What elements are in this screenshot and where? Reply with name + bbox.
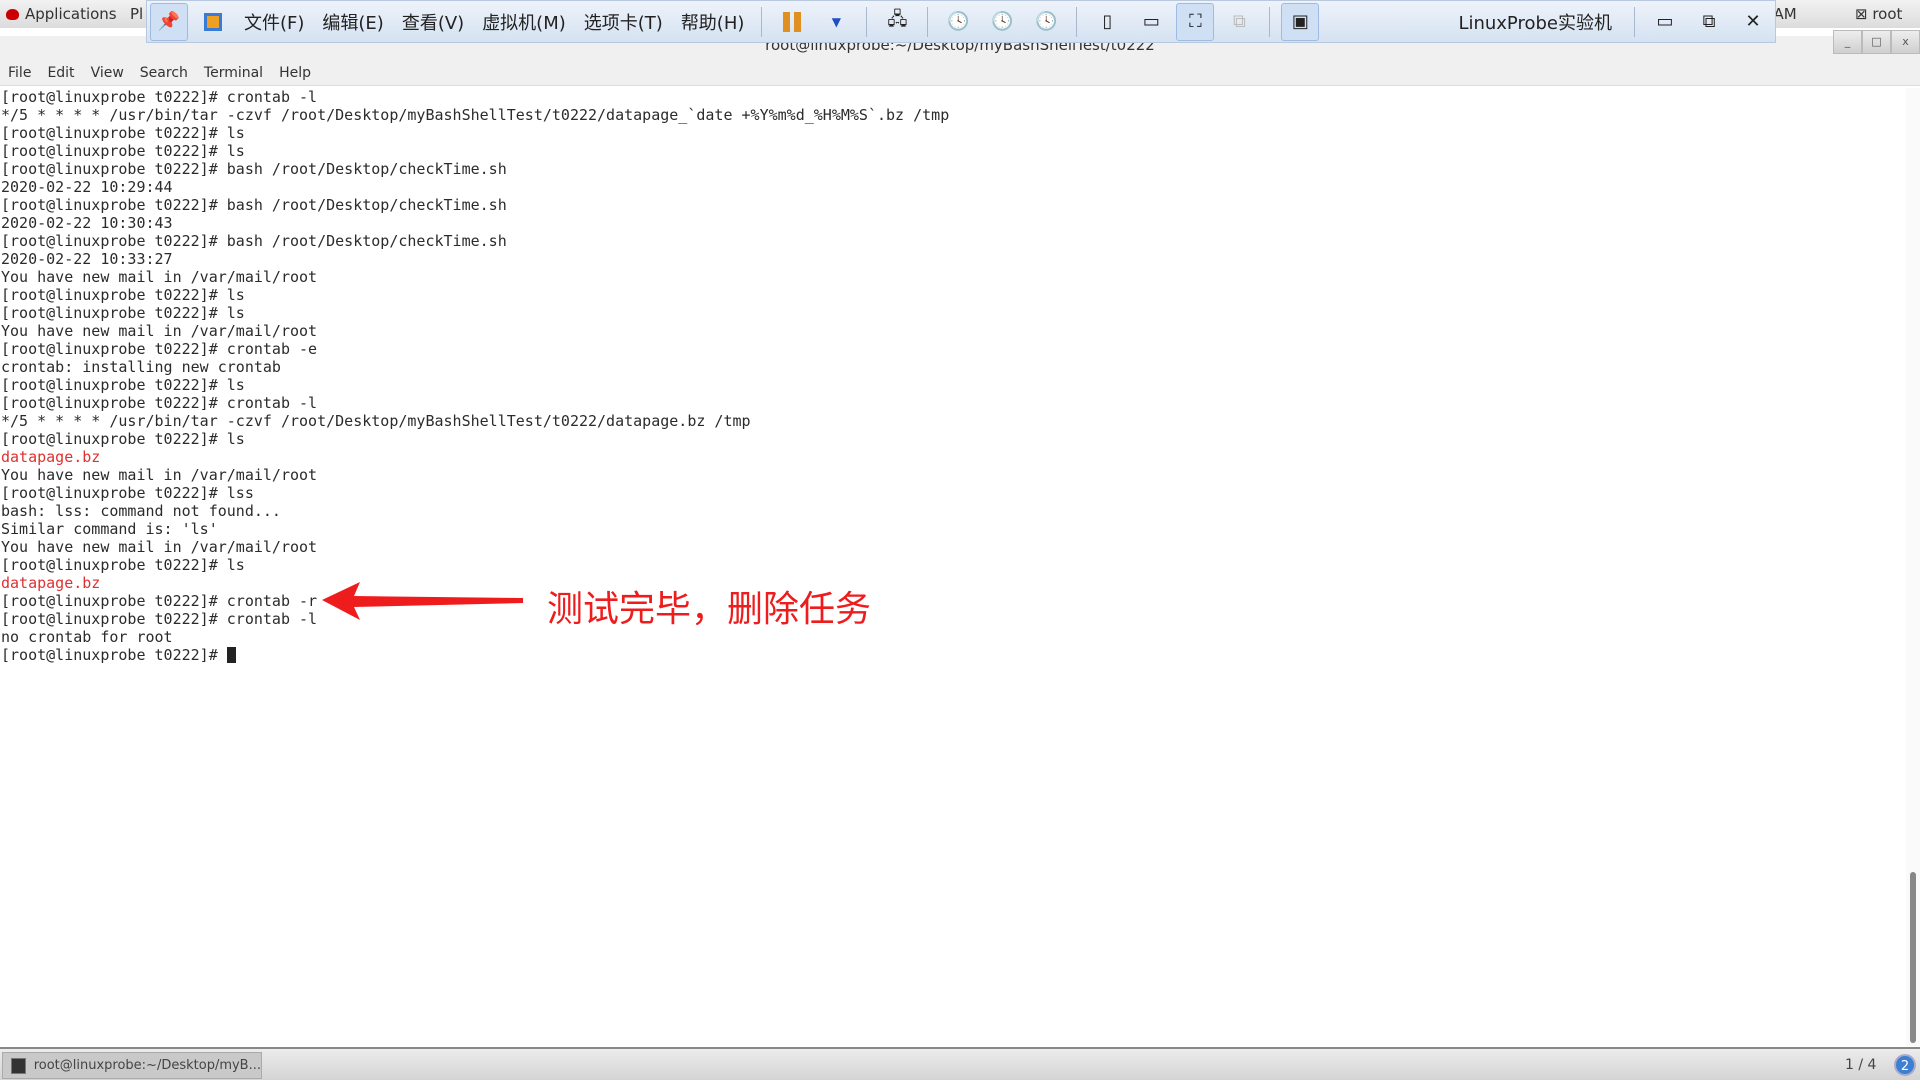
terminal-line: [root@linuxprobe t0222]# crontab -r <box>1 592 318 610</box>
terminal-line: datapage.bz <box>1 574 101 592</box>
applications-menu[interactable]: Applications <box>6 5 117 23</box>
menu-help[interactable]: 帮助(H) <box>681 9 745 35</box>
workspace-pager[interactable]: 1 / 4 <box>1845 1057 1876 1073</box>
menu-file[interactable]: 文件(F) <box>244 9 304 35</box>
terminal-line: [root@linuxprobe t0222]# bash /root/Desk… <box>1 232 507 250</box>
cursor <box>226 647 236 663</box>
arrow-icon <box>322 582 523 620</box>
terminal-line: You have new mail in /var/mail/root <box>1 466 318 484</box>
user-label: root <box>1872 5 1903 23</box>
minimize-icon[interactable]: ▭ <box>1646 3 1684 41</box>
unity-icon[interactable]: ⧉ <box>1220 3 1258 41</box>
close-icon[interactable]: ✕ <box>1734 3 1772 41</box>
thumbnail-icon[interactable]: ▭ <box>1132 3 1170 41</box>
separator <box>866 6 868 37</box>
menu-edit[interactable]: Edit <box>39 62 82 85</box>
vmware-toolbar: 📌 文件(F) 编辑(E) 查看(V) 虚拟机(M) 选项卡(T) 帮助(H) … <box>146 0 1776 43</box>
terminal-icon <box>11 1057 26 1074</box>
places-menu[interactable]: Pl <box>130 5 143 23</box>
terminal-line: bash: lss: command not found... <box>1 502 281 520</box>
menu-view[interactable]: View <box>83 62 132 85</box>
terminal-line: [root@linuxprobe t0222]# ls <box>1 142 245 160</box>
notification-badge[interactable]: 2 <box>1894 1054 1916 1076</box>
terminal-line: */5 * * * * /usr/bin/tar -czvf /root/Des… <box>1 106 950 124</box>
terminal-line: [root@linuxprobe t0222]# lss <box>1 484 254 502</box>
annotation-text: 测试完毕，删除任务 <box>547 589 872 630</box>
redhat-icon <box>6 8 19 20</box>
pause-icon[interactable] <box>773 3 811 41</box>
scrollbar[interactable] <box>1906 88 1920 1046</box>
snapshot-manager-icon[interactable]: 🕓 <box>1027 3 1065 41</box>
terminal-line: [root@linuxprobe t0222]# crontab -l <box>1 88 318 106</box>
terminal-line: [root@linuxprobe t0222]# bash /root/Desk… <box>1 160 507 178</box>
window-maximize-button[interactable]: □ <box>1862 30 1891 54</box>
terminal-line: Similar command is: 'ls' <box>1 520 218 538</box>
taskbar-item-terminal[interactable]: root@linuxprobe:~/Desktop/myB... <box>2 1052 262 1079</box>
terminal-line: You have new mail in /var/mail/root <box>1 268 318 286</box>
menu-terminal[interactable]: Terminal <box>196 62 271 85</box>
terminal-line: [root@linuxprobe t0222]# crontab -e <box>1 340 318 358</box>
terminal-line: [root@linuxprobe t0222]# ls <box>1 556 245 574</box>
vmware-logo-icon <box>194 3 232 41</box>
menu-vm[interactable]: 虚拟机(M) <box>482 9 566 35</box>
scrollbar-thumb[interactable] <box>1910 872 1916 1043</box>
console-view-icon[interactable]: ▣ <box>1281 2 1320 41</box>
revert-snapshot-icon[interactable]: 🕓 <box>983 3 1021 41</box>
menu-view[interactable]: 查看(V) <box>402 9 464 35</box>
separator <box>1076 6 1078 37</box>
separator <box>1634 6 1635 37</box>
terminal-line: [root@linuxprobe t0222]# crontab -l <box>1 394 318 412</box>
terminal-output[interactable]: [root@linuxprobe t0222]# crontab -l */5 *… <box>0 88 1906 1046</box>
menu-help[interactable]: Help <box>271 62 319 85</box>
vm-title: LinuxProbe实验机 <box>1458 12 1612 34</box>
library-icon[interactable]: ▯ <box>1088 3 1126 41</box>
window-close-button[interactable]: x <box>1891 30 1920 54</box>
window-controls: _ □ x <box>1833 30 1920 54</box>
snapshot-icon[interactable]: 🕓 <box>939 3 977 41</box>
terminal-line: [root@linuxprobe t0222]# ls <box>1 124 245 142</box>
menu-file[interactable]: File <box>0 62 39 85</box>
terminal-line: You have new mail in /var/mail/root <box>1 538 318 556</box>
dropdown-arrow-icon[interactable]: ▼ <box>817 3 855 41</box>
separator <box>927 6 929 37</box>
fullscreen-icon[interactable]: ⛶ <box>1176 2 1215 41</box>
user-menu[interactable]: ⊠ root <box>1855 5 1902 23</box>
separator <box>1269 6 1271 37</box>
terminal-line: 2020-02-22 10:33:27 <box>1 250 173 268</box>
send-ctrl-alt-del-icon[interactable]: 🖧 <box>878 3 916 41</box>
terminal-line: [root@linuxprobe t0222]# bash /root/Desk… <box>1 196 507 214</box>
menu-tabs[interactable]: 选项卡(T) <box>584 9 663 35</box>
separator <box>761 6 763 37</box>
terminal-line: 2020-02-22 10:30:43 <box>1 214 173 232</box>
pin-icon[interactable]: 📌 <box>150 2 188 41</box>
terminal-line: [root@linuxprobe t0222]# ls <box>1 430 245 448</box>
terminal-line: datapage.bz <box>1 448 101 466</box>
restore-icon[interactable]: ⧉ <box>1690 3 1728 41</box>
terminal-line: 2020-02-22 10:29:44 <box>1 178 173 196</box>
terminal-line: [root@linuxprobe t0222]# ls <box>1 376 245 394</box>
terminal-line: [root@linuxprobe t0222]# <box>1 646 1906 664</box>
terminal-line: */5 * * * * /usr/bin/tar -czvf /root/Des… <box>1 412 751 430</box>
prompt: [root@linuxprobe t0222]# <box>1 646 227 664</box>
terminal-line: crontab: installing new crontab <box>1 358 281 376</box>
terminal-menubar: File Edit View Search Terminal Help <box>0 62 1920 86</box>
applications-label: Applications <box>25 5 117 23</box>
terminal-line: You have new mail in /var/mail/root <box>1 322 318 340</box>
menu-search[interactable]: Search <box>132 62 196 85</box>
menu-edit[interactable]: 编辑(E) <box>322 9 383 35</box>
terminal-line: [root@linuxprobe t0222]# ls <box>1 286 245 304</box>
window-minimize-button[interactable]: _ <box>1833 30 1862 54</box>
terminal-line: [root@linuxprobe t0222]# ls <box>1 304 245 322</box>
terminal-line: [root@linuxprobe t0222]# crontab -l <box>1 610 318 628</box>
taskbar: root@linuxprobe:~/Desktop/myB... 1 / 4 2 <box>0 1047 1920 1080</box>
task-label: root@linuxprobe:~/Desktop/myB... <box>33 1058 261 1073</box>
terminal-line: no crontab for root <box>1 628 173 646</box>
